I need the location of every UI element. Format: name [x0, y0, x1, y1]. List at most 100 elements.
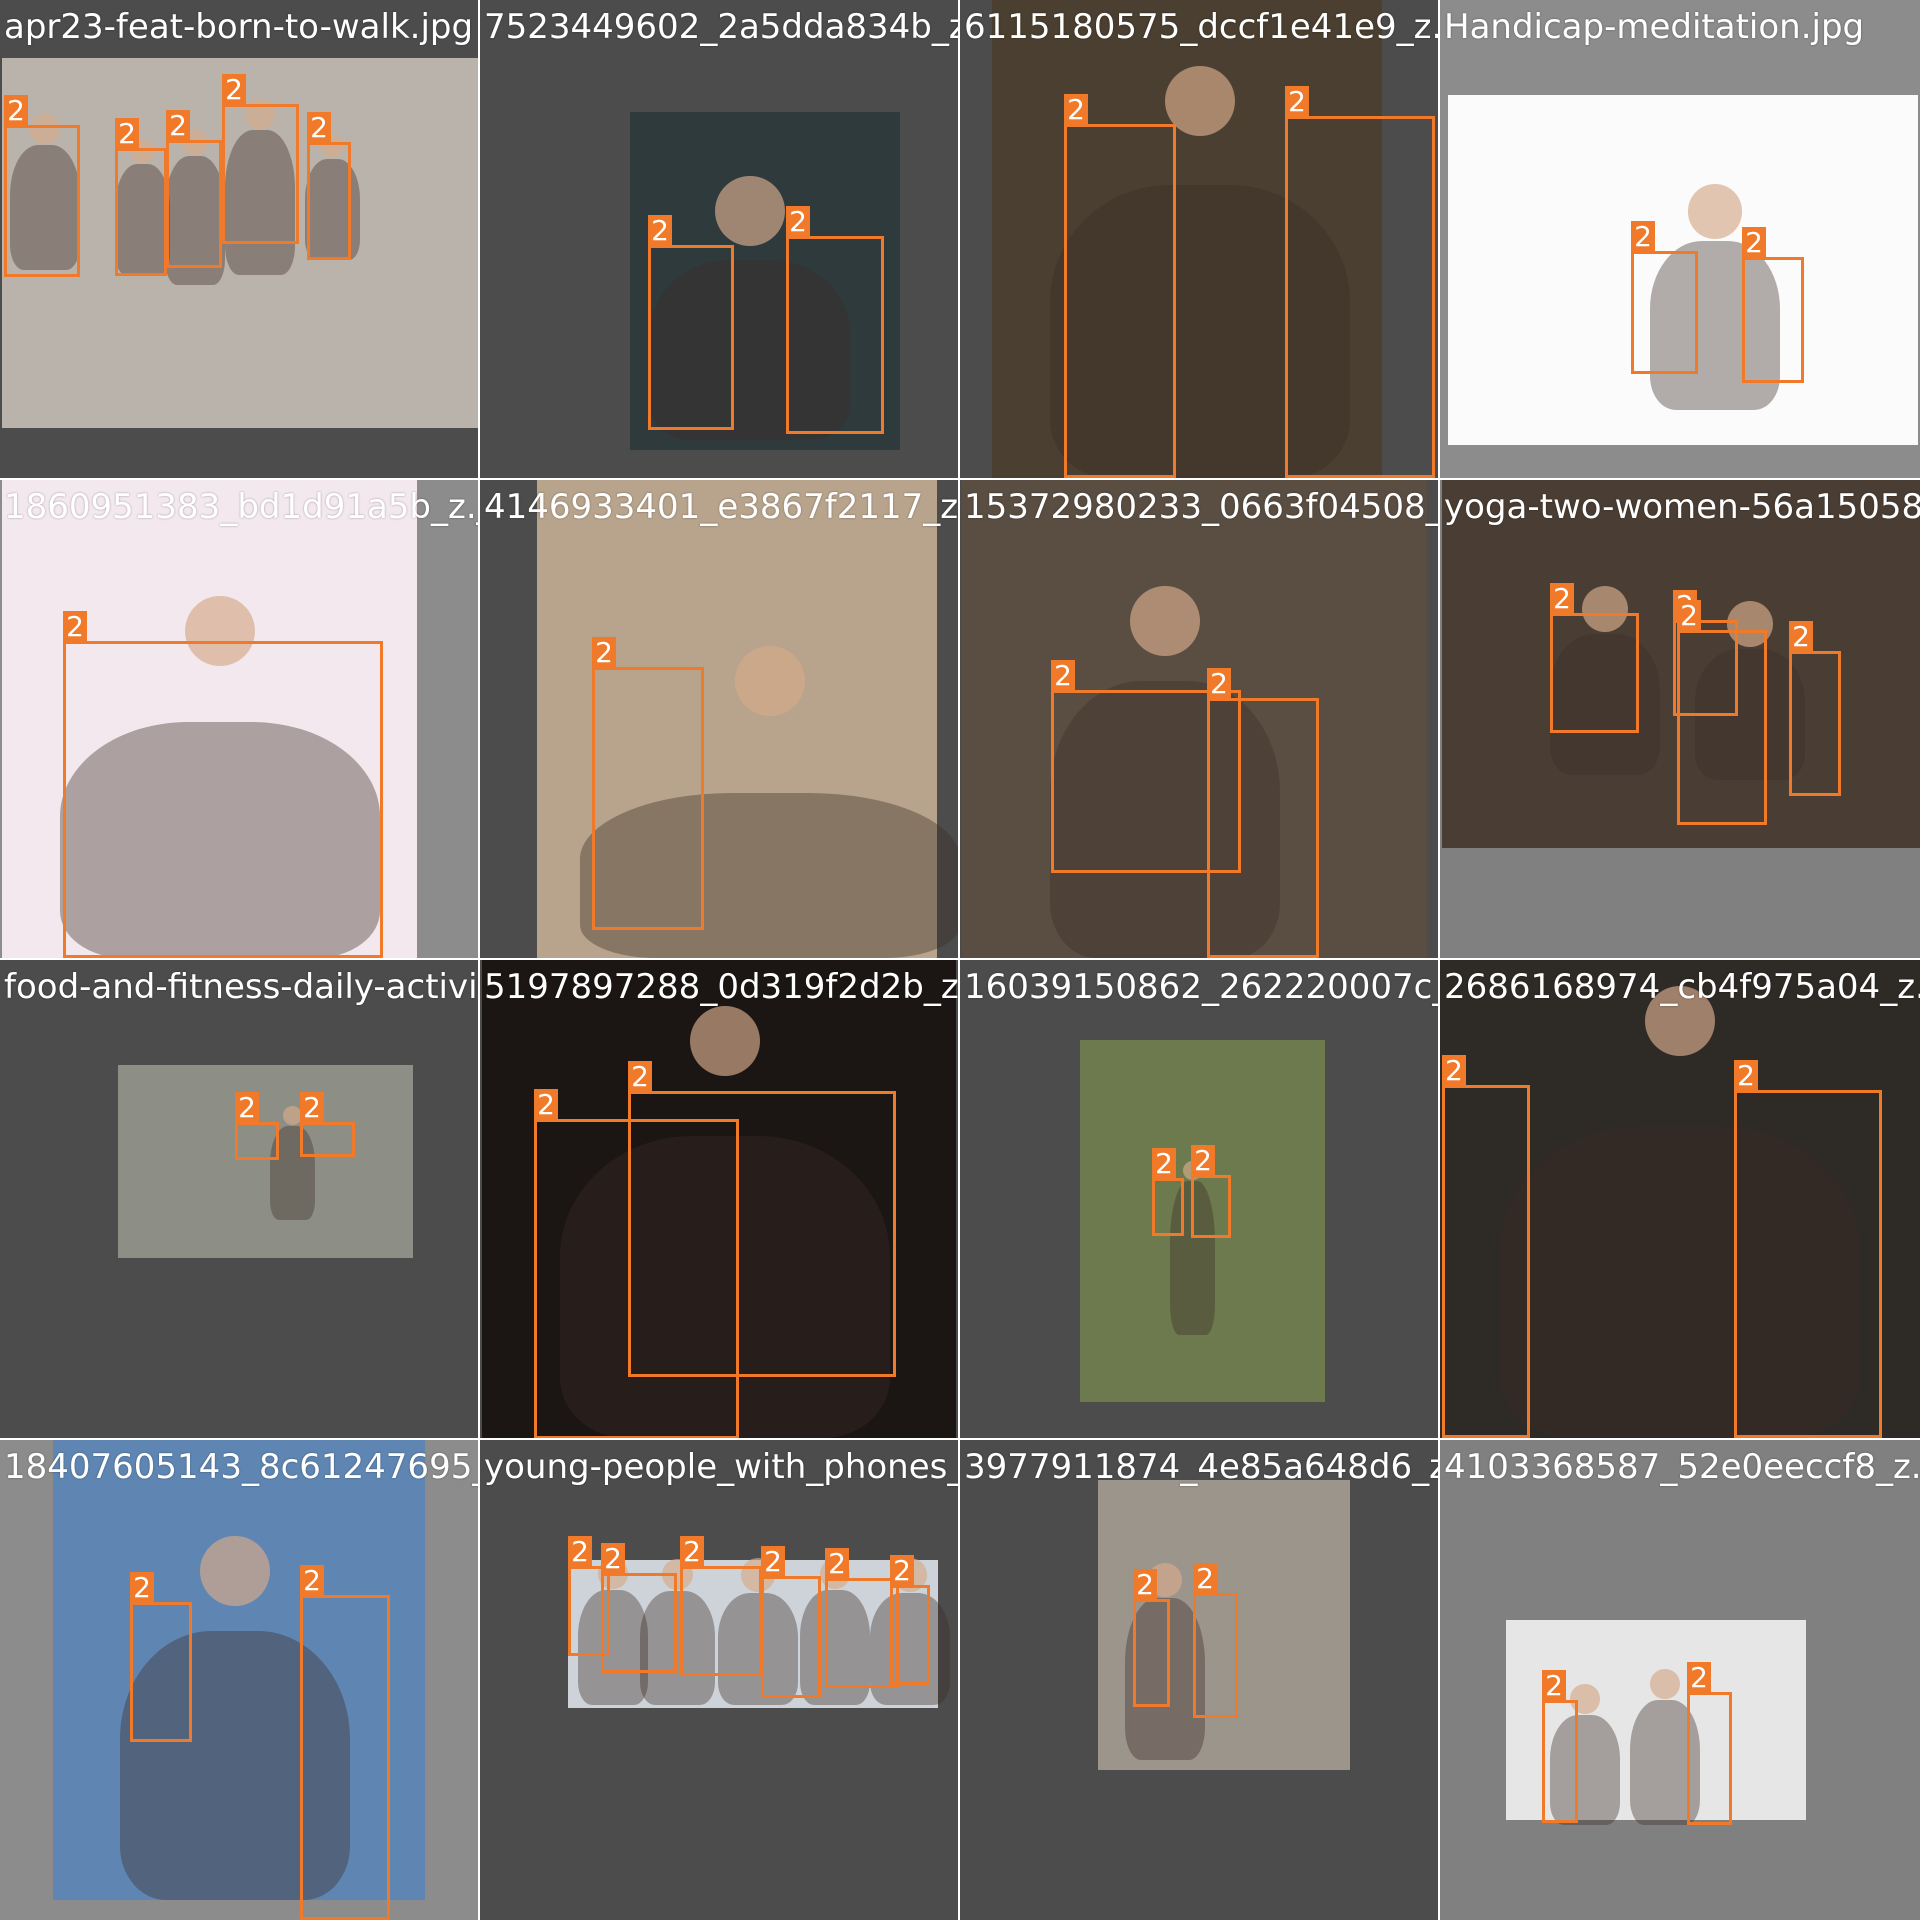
detection-class-label: 2 [1631, 221, 1655, 253]
detection-box: 2 [1687, 1662, 1732, 1825]
detection-class-label: 2 [825, 1548, 849, 1580]
mosaic-tile: 2 2 Handicap-meditation.jpg [1440, 0, 1920, 478]
detection-class-label: 2 [1191, 1145, 1215, 1177]
detection-box: 2 [825, 1548, 899, 1688]
detection-box: 2 [166, 110, 222, 268]
tile-photo [118, 1065, 413, 1258]
tile-filename: 4103368587_52e0eeccf8_z. [1444, 1447, 1920, 1487]
mosaic-tile: 2 2 food-and-fitness-daily-activities.jpg [0, 960, 478, 1438]
mosaic-tile: 22 16039150862_262220007c_z.jpg [960, 960, 1438, 1438]
detection-box: 2 [1550, 583, 1639, 733]
detection-class-label: 2 [786, 206, 810, 238]
detection-class-label: 2 [1051, 660, 1075, 692]
detection-class-label: 2 [1550, 583, 1574, 615]
detection-class-label: 2 [1734, 1060, 1758, 1092]
detection-class-label: 2 [680, 1536, 704, 1568]
mosaic-tile: 222222young-people_with_phones_learning_… [480, 1440, 958, 1920]
mosaic-tile: 24146933401_e3867f2117_z.jpg [480, 480, 958, 958]
person-head [690, 1006, 760, 1076]
tile-filename: Handicap-meditation.jpg [1444, 7, 1865, 47]
person-head [715, 176, 785, 246]
mosaic-tile: 2 2 4103368587_52e0eeccf8_z. [1440, 1440, 1920, 1920]
detection-class-label: 2 [1133, 1569, 1157, 1601]
detection-box: 2 [1442, 1055, 1530, 1438]
detection-box: 2 [1631, 221, 1698, 374]
person-head [1650, 1669, 1680, 1699]
detection-box: 2 [300, 1092, 355, 1157]
mosaic-tile: 2 2 2 2 2 apr23-feat-born-to-walk.jpg [0, 0, 478, 478]
detection-class-label: 2 [648, 215, 672, 247]
detection-class-label: 2 [166, 110, 190, 142]
detection-box: 2 [1133, 1569, 1170, 1707]
detection-class-label: 2 [1687, 1662, 1711, 1694]
detection-box: 2 [890, 1555, 930, 1685]
detection-box: 2 [1064, 94, 1176, 478]
detection-box: 2 [1742, 227, 1804, 383]
detection-class-label: 2 [130, 1572, 154, 1604]
detection-box: 2 [63, 611, 383, 958]
mosaic-tile: 2222yoga-two-women-56a15058 [1440, 480, 1920, 958]
person-head [1130, 586, 1200, 656]
detection-box: 2 [300, 1565, 390, 1920]
detection-class-label: 2 [1542, 1670, 1566, 1702]
mosaic-tile: 2 2 2686168974_cb4f975a04_z. [1440, 960, 1920, 1438]
detection-class-label: 2 [115, 118, 139, 150]
detection-class-label: 2 [4, 95, 28, 127]
detection-class-label: 2 [235, 1092, 259, 1124]
detection-class-label: 2 [63, 611, 87, 643]
detection-mosaic-grid: 2 2 2 2 2 apr23-feat-born-to-walk.jpg 2 2 752344… [0, 0, 1920, 1920]
detection-class-label: 2 [1064, 94, 1088, 126]
detection-class-label: 2 [1285, 86, 1309, 118]
detection-box: 2 [1542, 1670, 1578, 1823]
mosaic-tile: 2 1860951383_bd1d91a5b_z.jpg [0, 480, 478, 958]
detection-class-label: 2 [1152, 1148, 1176, 1180]
person-head [1687, 184, 1743, 239]
detection-class-label: 2 [1677, 600, 1701, 632]
tile-filename: 16039150862_262220007c_z.jpg [964, 967, 1438, 1007]
detection-box: 2 [1285, 86, 1435, 478]
detection-box: 2 [235, 1092, 279, 1160]
person-head [1645, 986, 1715, 1056]
tile-filename: food-and-fitness-daily-activities.jpg [4, 967, 478, 1007]
mosaic-tile: 2 2 7523449602_2a5dda834b_z.jpg [480, 0, 958, 478]
detection-class-label: 2 [1193, 1563, 1217, 1595]
detection-class-label: 2 [890, 1555, 914, 1587]
mosaic-tile: 226115180575_dccf1e41e9_z.jpg [960, 0, 1438, 478]
detection-class-label: 2 [601, 1543, 625, 1575]
mosaic-tile: 223977911874_4e85a648d6_z.jpg [960, 1440, 1438, 1920]
tile-filename: young-people_with_phones_learning_at_hom… [484, 1447, 958, 1487]
detection-box: 2 [1193, 1563, 1238, 1718]
detection-box: 2 [1734, 1060, 1882, 1438]
mosaic-tile: 2218407605143_8c61247695_z.jpg [0, 1440, 478, 1920]
detection-class-label: 2 [568, 1536, 592, 1568]
detection-class-label: 2 [300, 1092, 324, 1124]
detection-class-label: 2 [1207, 668, 1231, 700]
mosaic-tile: 225197897288_0d319f2d2b_z.jpg [480, 960, 958, 1438]
person-head [735, 646, 805, 716]
detection-box: 2 [680, 1536, 762, 1676]
detection-box: 2 [786, 206, 884, 434]
detection-box: 2 [1207, 668, 1319, 958]
detection-box: 2 [222, 74, 299, 244]
detection-class-label: 2 [761, 1546, 785, 1578]
detection-box: 2 [130, 1572, 192, 1742]
detection-box: 2 [1191, 1145, 1231, 1238]
detection-box: 2 [1152, 1148, 1184, 1236]
detection-box: 2 [601, 1543, 677, 1673]
detection-box: 2 [761, 1546, 821, 1698]
detection-class-label: 2 [300, 1565, 324, 1597]
detection-box: 2 [648, 215, 734, 430]
detection-box: 2 [1677, 600, 1767, 825]
person-head [200, 1536, 270, 1606]
detection-box: 2 [115, 118, 167, 276]
detection-class-label: 2 [222, 74, 246, 106]
detection-box: 2 [628, 1061, 896, 1377]
detection-box: 2 [307, 112, 351, 260]
detection-class-label: 2 [1789, 621, 1813, 653]
tile-filename: apr23-feat-born-to-walk.jpg [4, 7, 474, 47]
detection-class-label: 2 [592, 637, 616, 669]
detection-class-label: 2 [307, 112, 331, 144]
detection-box: 2 [1789, 621, 1841, 796]
detection-box: 2 [4, 95, 80, 277]
mosaic-tile: 2215372980233_0663f04508_z.jpg [960, 480, 1438, 958]
